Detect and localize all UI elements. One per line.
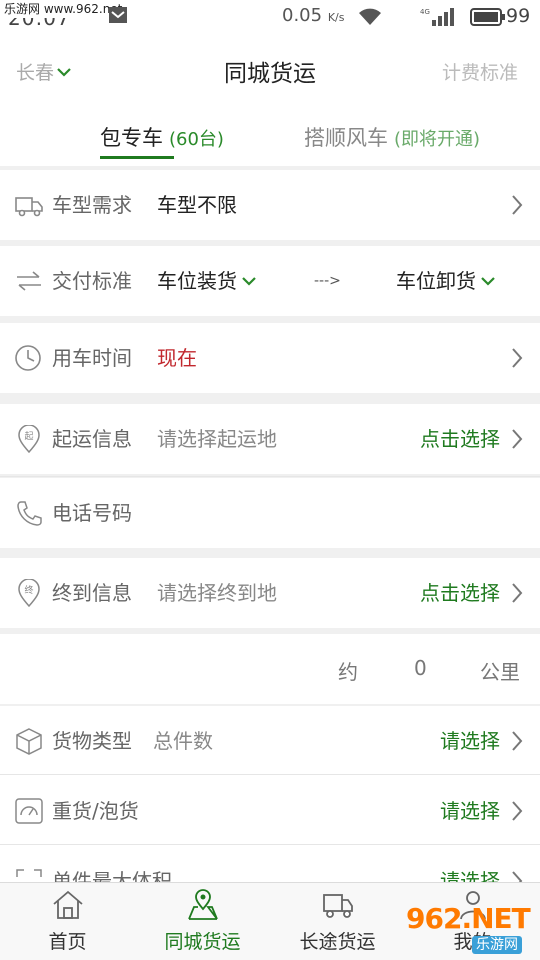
home-icon bbox=[52, 890, 83, 919]
tab-ride-share[interactable]: 搭顺风车 (即将开通) bbox=[304, 122, 480, 152]
pricing-link[interactable]: 计费标准 bbox=[442, 58, 518, 85]
service-tabs: 包专车 (60台) 搭顺风车 (即将开通) bbox=[0, 110, 540, 166]
cargo-type-select-button[interactable]: 请选择 bbox=[440, 728, 500, 754]
battery-level: 99 bbox=[506, 5, 531, 27]
active-tab-indicator bbox=[100, 156, 174, 159]
chevron-right-icon bbox=[512, 429, 523, 449]
nav-local-freight[interactable]: 同城货运 bbox=[135, 889, 270, 959]
chevron-right-icon bbox=[512, 348, 523, 368]
phone-label: 电话号码 bbox=[52, 501, 132, 525]
destination-badge: 终 bbox=[24, 584, 33, 596]
vehicle-type-value: 车型不限 bbox=[157, 193, 237, 217]
origin-badge: 起 bbox=[24, 431, 33, 442]
chevron-right-icon bbox=[512, 731, 523, 751]
divider bbox=[0, 476, 540, 477]
chevron-down-icon bbox=[242, 277, 256, 286]
vehicle-type-label: 车型需求 bbox=[52, 193, 132, 217]
location-pin-icon: 起 bbox=[18, 425, 40, 453]
phone-row[interactable]: 电话号码 bbox=[0, 478, 540, 548]
svg-text:4G: 4G bbox=[420, 8, 430, 16]
usage-time-value: 现在 bbox=[157, 346, 197, 370]
usage-time-label: 用车时间 bbox=[52, 346, 132, 370]
phone-icon bbox=[17, 501, 42, 526]
delivery-standard-row: 交付标准 车位装货 ---> 车位卸货 bbox=[0, 246, 540, 316]
tab-dedicated-truck[interactable]: 包专车 (60台) bbox=[100, 122, 224, 152]
distance-unit: 公里 bbox=[480, 660, 520, 684]
weight-type-label: 重货/泡货 bbox=[52, 799, 139, 823]
cargo-type-label: 货物类型 bbox=[52, 729, 132, 753]
chevron-right-icon bbox=[512, 801, 523, 821]
tab-status: (即将开通) bbox=[394, 129, 481, 150]
truck-icon bbox=[322, 894, 353, 918]
divider bbox=[0, 844, 540, 845]
usage-time-row[interactable]: 用车时间 现在 bbox=[0, 323, 540, 393]
chevron-right-icon bbox=[512, 583, 523, 603]
signal-icon: 4G bbox=[420, 8, 454, 26]
tab-label: 包专车 bbox=[100, 126, 163, 150]
distance-value: 0 bbox=[414, 656, 427, 680]
origin-label: 起运信息 bbox=[52, 427, 132, 451]
notification-icon bbox=[109, 7, 127, 23]
unload-method-value: 车位卸货 bbox=[396, 269, 476, 293]
battery-icon bbox=[470, 8, 505, 26]
distance-prefix: 约 bbox=[338, 660, 358, 684]
chevron-right-icon bbox=[512, 195, 523, 215]
nav-label: 同城货运 bbox=[164, 931, 241, 953]
nav-home[interactable]: 首页 bbox=[0, 889, 135, 959]
weight-type-select-button[interactable]: 请选择 bbox=[440, 798, 500, 824]
origin-placeholder: 请选择起运地 bbox=[157, 427, 277, 451]
direction-arrow: ---> bbox=[314, 273, 341, 289]
location-pin-icon: 终 bbox=[18, 579, 40, 607]
exchange-icon bbox=[17, 271, 41, 291]
cargo-type-row[interactable]: 货物类型 总件数 请选择 bbox=[0, 706, 540, 776]
package-icon bbox=[16, 728, 42, 755]
gauge-icon bbox=[15, 798, 43, 824]
load-method-dropdown[interactable]: 车位装货 bbox=[157, 268, 257, 294]
site-watermark-badge: 962.NET 乐游网 bbox=[400, 900, 540, 956]
weight-type-row[interactable]: 重货/泡货 请选择 bbox=[0, 776, 540, 846]
destination-label: 终到信息 bbox=[52, 581, 132, 605]
wifi-icon bbox=[359, 8, 381, 25]
cargo-count-label: 总件数 bbox=[153, 729, 213, 753]
nav-label: 首页 bbox=[48, 931, 87, 953]
tab-label: 搭顺风车 bbox=[304, 126, 388, 150]
origin-row[interactable]: 起 起运信息 请选择起运地 点击选择 bbox=[0, 404, 540, 474]
tab-count: (60台) bbox=[169, 129, 224, 150]
nav-long-haul[interactable]: 长途货运 bbox=[270, 889, 405, 959]
watermark-logo-text: 962.NET bbox=[406, 902, 531, 935]
nav-label: 长途货运 bbox=[299, 931, 376, 953]
vehicle-type-row[interactable]: 车型需求 车型不限 bbox=[0, 170, 540, 240]
net-speed: 0.05 K/s bbox=[282, 5, 345, 26]
app-header: 长春 同城货运 计费标准 bbox=[0, 32, 540, 110]
clock-icon bbox=[15, 345, 41, 371]
truck-icon bbox=[15, 197, 43, 217]
destination-placeholder: 请选择终到地 bbox=[157, 581, 277, 605]
distance-row: 约 0 公里 bbox=[0, 634, 540, 704]
unload-method-dropdown[interactable]: 车位卸货 bbox=[396, 268, 496, 294]
destination-row[interactable]: 终 终到信息 请选择终到地 点击选择 bbox=[0, 558, 540, 628]
divider bbox=[0, 774, 540, 775]
map-pin-icon bbox=[187, 889, 218, 920]
watermark-logo-sub: 乐游网 bbox=[472, 936, 522, 954]
chevron-down-icon bbox=[481, 277, 495, 286]
origin-select-button[interactable]: 点击选择 bbox=[420, 426, 500, 452]
load-method-value: 车位装货 bbox=[157, 269, 237, 293]
delivery-standard-label: 交付标准 bbox=[52, 269, 132, 293]
status-bar: 20:07 乐游网 www.962.net 0.05 K/s 4G 99 bbox=[0, 0, 540, 32]
destination-select-button[interactable]: 点击选择 bbox=[420, 580, 500, 606]
